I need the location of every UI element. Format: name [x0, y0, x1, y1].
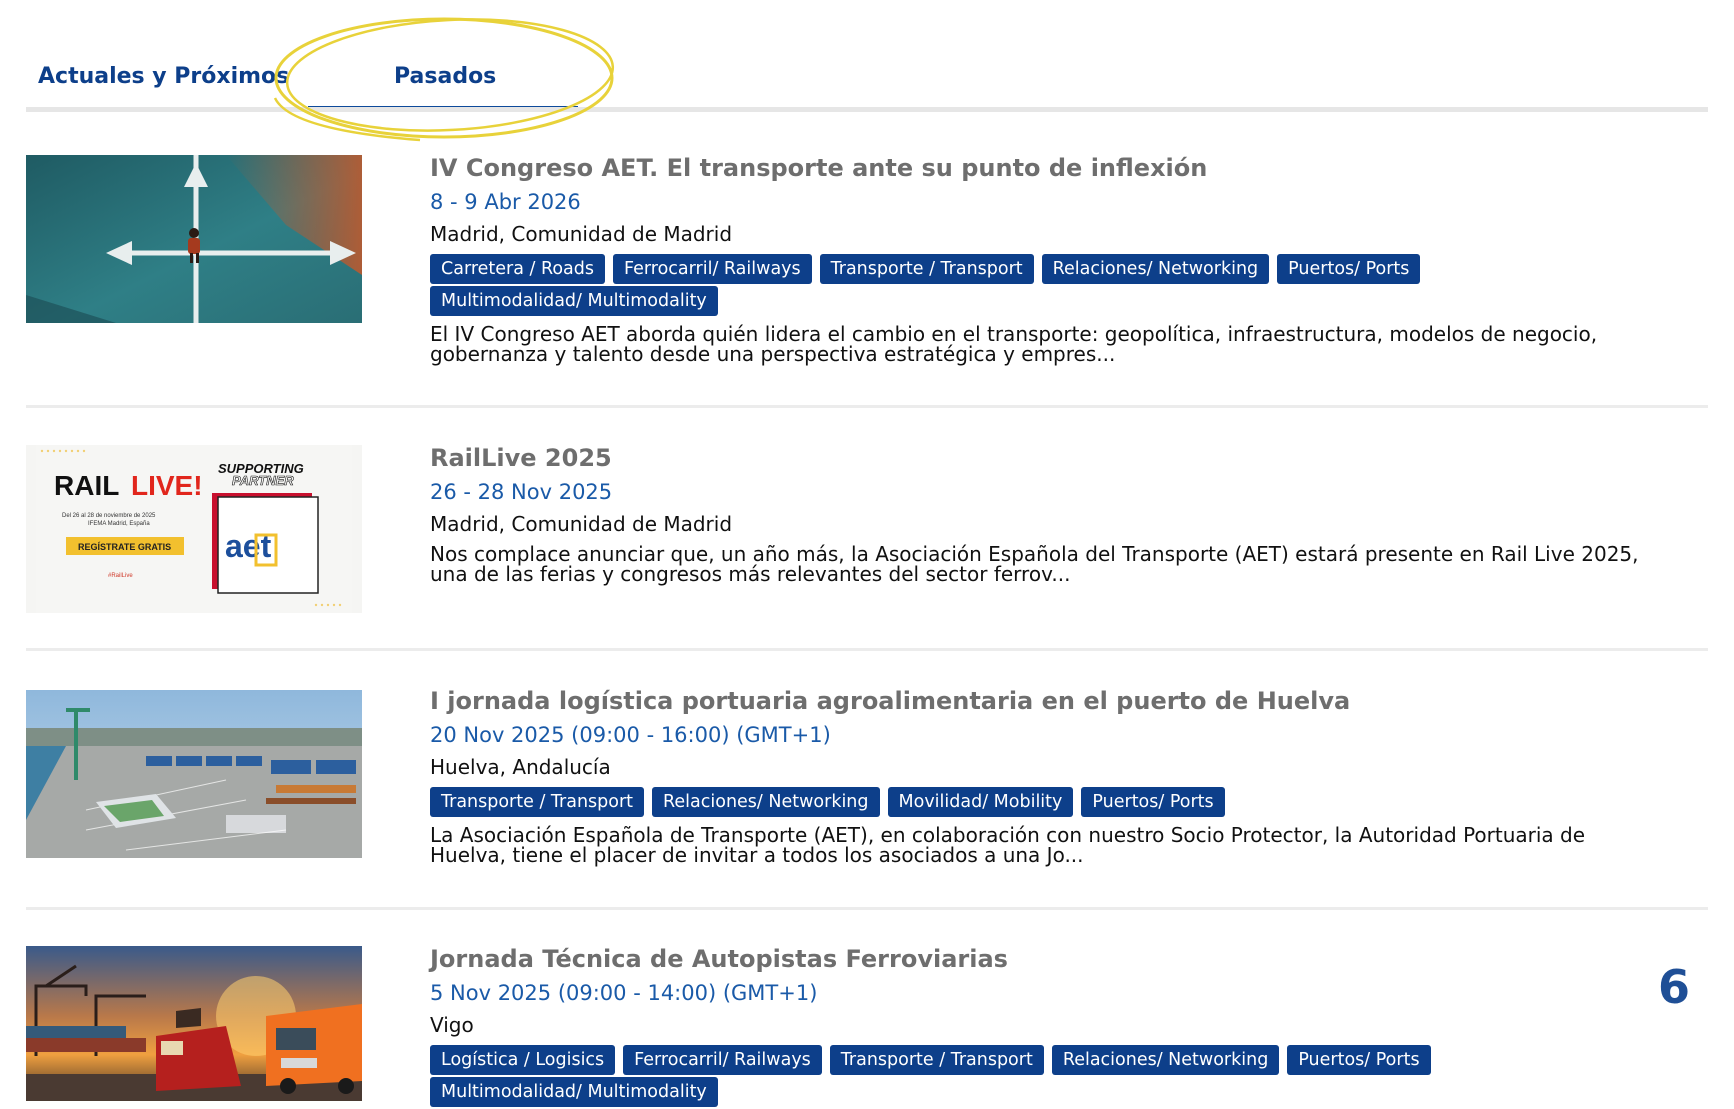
tag-multimodality[interactable]: Multimodalidad/ Multimodality: [430, 286, 718, 316]
raillive-logo-rail: RAIL: [54, 470, 119, 501]
event-item: RAIL LIVE! Del 26 al 28 de noviembre de …: [26, 440, 1708, 651]
event-date: 20 Nov 2025 (09:00 - 16:00) (GMT+1): [430, 723, 831, 747]
event-divider: [26, 405, 1708, 408]
banner-cta: REGÍSTRATE GRATIS: [78, 542, 171, 552]
tag-transport[interactable]: Transporte / Transport: [819, 254, 1034, 284]
event-location: Madrid, Comunidad de Madrid: [430, 222, 733, 246]
event-image[interactable]: [26, 155, 362, 323]
event-divider: [26, 648, 1708, 651]
tab-current-upcoming[interactable]: Actuales y Próximos: [38, 64, 289, 89]
banner-dates: Del 26 al 28 de noviembre de 2025: [62, 513, 156, 519]
event-title[interactable]: RailLive 2025: [430, 440, 1708, 476]
tag-ports[interactable]: Puertos/ Ports: [1277, 254, 1421, 284]
event-description: El IV Congreso AET aborda quién lidera e…: [430, 324, 1708, 364]
tab-bar: Actuales y Próximos Pasados: [26, 40, 1708, 112]
banner-partner: PARTNER: [232, 473, 294, 488]
raillive-logo-live: LIVE!: [131, 470, 203, 501]
event-item: I jornada logística portuaria agroalimen…: [26, 683, 1708, 943]
tab-past[interactable]: Pasados: [394, 64, 496, 89]
event-image[interactable]: [26, 946, 362, 1101]
tag-mobility[interactable]: Movilidad/ Mobility: [887, 787, 1074, 817]
description-line: una de las ferias y congresos más releva…: [430, 562, 1071, 586]
event-date: 8 - 9 Abr 2026: [430, 190, 581, 214]
event-description: La Asociación Española de Transporte (AE…: [430, 825, 1708, 865]
description-line: Huelva, tiene el placer de invitar a tod…: [430, 843, 1084, 867]
event-date: 5 Nov 2025 (09:00 - 14:00) (GMT+1): [430, 981, 818, 1005]
raillive-banner-image: RAIL LIVE! Del 26 al 28 de noviembre de …: [36, 445, 352, 613]
description-line: Nos complace anunciar que, un año más, l…: [430, 542, 1639, 566]
description-line: La Asociación Española de Transporte (AE…: [430, 823, 1586, 847]
tab-baseline: [26, 107, 1708, 112]
crossroads-person-image: [26, 155, 362, 323]
description-line: gobernanza y talento desde una perspecti…: [430, 342, 1116, 366]
tag-logistics[interactable]: Logística / Logisics: [430, 1045, 616, 1075]
tag-transport[interactable]: Transporte / Transport: [430, 787, 645, 817]
tag-transport[interactable]: Transporte / Transport: [829, 1045, 1044, 1075]
event-location: Vigo: [430, 1013, 474, 1037]
event-divider: [26, 907, 1708, 910]
train-truck-port-image: [26, 946, 362, 1101]
event-item: Jornada Técnica de Autopistas Ferroviari…: [26, 941, 1708, 1107]
tag-railways[interactable]: Ferrocarril/ Railways: [613, 254, 812, 284]
event-title[interactable]: Jornada Técnica de Autopistas Ferroviari…: [430, 941, 1708, 977]
tag-networking[interactable]: Relaciones/ Networking: [1041, 254, 1270, 284]
tag-networking[interactable]: Relaciones/ Networking: [652, 787, 880, 817]
event-image[interactable]: RAIL LIVE! Del 26 al 28 de noviembre de …: [26, 445, 362, 613]
tag-railways[interactable]: Ferrocarril/ Railways: [623, 1045, 822, 1075]
tag-networking[interactable]: Relaciones/ Networking: [1051, 1045, 1280, 1075]
event-image[interactable]: [26, 690, 362, 858]
event-tags: Transporte / Transport Relaciones/ Networ…: [430, 787, 1708, 819]
event-location: Madrid, Comunidad de Madrid: [430, 512, 733, 536]
event-location: Huelva, Andalucía: [430, 755, 611, 779]
event-item: IV Congreso AET. El transporte ante su p…: [26, 150, 1708, 410]
tag-roads[interactable]: Carretera / Roads: [430, 254, 606, 284]
aet-logo: aet: [225, 528, 272, 564]
event-description: Nos complace anunciar que, un año más, l…: [430, 544, 1708, 584]
event-title[interactable]: IV Congreso AET. El transporte ante su p…: [430, 150, 1708, 186]
description-line: El IV Congreso AET aborda quién lidera e…: [430, 322, 1598, 346]
tag-ports[interactable]: Puertos/ Ports: [1287, 1045, 1431, 1075]
event-tags: Carretera / Roads Ferrocarril/ Railways Tr…: [430, 254, 1708, 318]
event-date: 26 - 28 Nov 2025: [430, 480, 613, 504]
event-title[interactable]: I jornada logística portuaria agroalimen…: [430, 683, 1708, 719]
tag-ports[interactable]: Puertos/ Ports: [1081, 787, 1225, 817]
event-tags: Logística / Logisics Ferrocarril/ Railway…: [430, 1045, 1708, 1109]
page-number: 6: [1658, 960, 1691, 1014]
banner-hashtag: #RailLive: [108, 573, 133, 579]
port-aerial-image: [26, 690, 362, 858]
banner-venue: IFEMA Madrid, España: [88, 521, 150, 527]
